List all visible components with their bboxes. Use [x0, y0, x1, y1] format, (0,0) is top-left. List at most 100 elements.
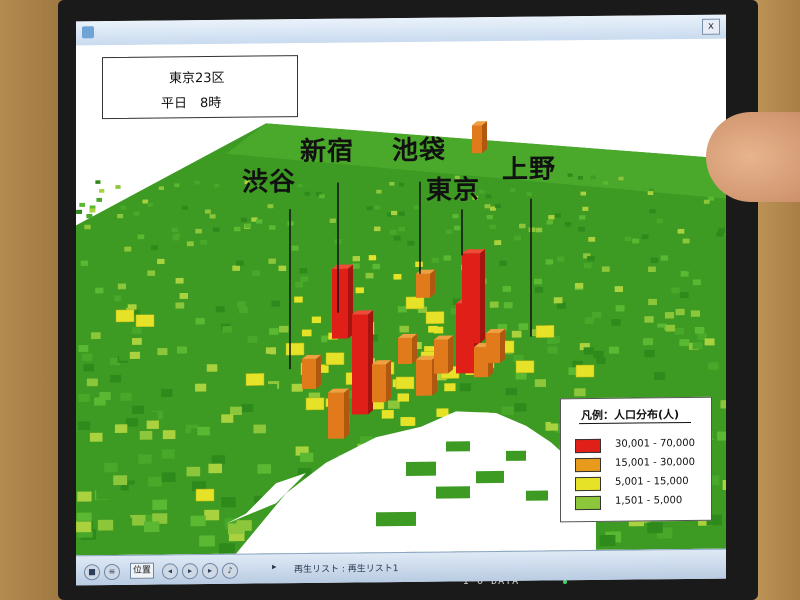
ground-tile [222, 326, 232, 333]
menu-icon[interactable]: ≡ [104, 563, 120, 581]
ground-tile [214, 183, 220, 188]
ground-tile [578, 226, 585, 232]
ground-tile [583, 262, 592, 269]
volume-icon[interactable]: ♪ [222, 562, 238, 579]
population-bar [416, 269, 435, 298]
ground-tile [96, 197, 102, 202]
ground-tile [534, 379, 546, 387]
ground-tile [131, 327, 142, 334]
ground-tile [664, 312, 675, 319]
ground-tile [546, 219, 553, 225]
ground-tile [278, 265, 287, 272]
next-icon[interactable]: ▸ [202, 562, 218, 580]
ground-tile [252, 270, 261, 276]
ground-tile [541, 299, 550, 306]
stop-icon[interactable]: ■ [84, 564, 100, 581]
ground-tile [649, 209, 656, 214]
ground-tile [221, 414, 234, 423]
ground-tile [679, 339, 690, 347]
ground-tile [104, 462, 118, 473]
previous-icon[interactable]: ◂ [162, 563, 178, 580]
ground-tile [97, 519, 114, 531]
ground-tile [128, 484, 143, 495]
bay-island [526, 490, 548, 501]
ground-tile [717, 431, 726, 441]
ground-tile [296, 180, 303, 184]
ground-tile [534, 286, 544, 293]
bay-island [406, 461, 436, 476]
ground-tile [694, 326, 705, 334]
ground-tile [485, 194, 492, 199]
ground-tile [269, 225, 276, 230]
ground-tile [545, 259, 554, 265]
ground-tile [209, 283, 218, 290]
close-button[interactable]: x [702, 18, 720, 35]
ground-tile [80, 260, 89, 266]
ground-tile [494, 240, 502, 246]
presenter-hand [706, 112, 800, 202]
ground-tile [579, 215, 586, 220]
ground-tile [204, 509, 220, 521]
density-block [285, 342, 305, 356]
ground-tile [180, 445, 194, 455]
ground-tile [235, 178, 241, 183]
ground-tile [147, 202, 153, 207]
bay-island [506, 450, 526, 461]
ground-tile [588, 236, 596, 242]
ground-tile [230, 406, 242, 416]
ground-tile [82, 353, 93, 361]
ground-tile [233, 226, 241, 232]
ground-tile [583, 347, 594, 355]
ground-tile [157, 258, 165, 265]
ground-tile [549, 244, 557, 250]
ground-tile [190, 515, 206, 527]
ground-tile [147, 270, 156, 276]
ground-tile [718, 357, 726, 365]
ground-tile [84, 224, 91, 230]
ground-tile [117, 213, 124, 219]
ground-tile [161, 472, 176, 483]
ground-tile [113, 475, 128, 486]
legend-label: 15,001 - 30,000 [615, 456, 695, 469]
ground-tile [535, 227, 543, 233]
position-button[interactable]: 位置 [130, 562, 154, 579]
density-block [115, 309, 135, 323]
ground-tile [161, 449, 175, 459]
play-icon[interactable]: ▸ [182, 563, 198, 580]
density-block [515, 360, 535, 374]
ground-tile [502, 285, 512, 292]
legend-title: 凡例：人口分布(人) [581, 408, 680, 423]
ground-tile [413, 205, 420, 210]
ground-tile [295, 281, 304, 288]
map-viewport[interactable]: 東京23区 平日 8時 渋谷 新宿 池袋 東京 上野 凡例：人口分布(人) 30… [76, 38, 726, 556]
ground-tile [398, 226, 405, 232]
legend-swatch [575, 495, 601, 511]
ground-tile [632, 238, 640, 244]
ground-tile [654, 327, 664, 335]
ground-tile [124, 246, 132, 252]
ground-tile [83, 363, 95, 372]
ground-tile [566, 238, 574, 244]
ground-tile [86, 213, 93, 219]
ground-tile [244, 223, 252, 229]
ground-tile [511, 330, 522, 338]
ground-tile [468, 230, 476, 235]
ground-tile [599, 534, 616, 547]
ground-tile [452, 213, 459, 219]
ground-tile [206, 195, 213, 200]
ground-tile [355, 287, 364, 294]
ground-tile [95, 287, 104, 294]
ground-tile [389, 229, 397, 235]
density-block [575, 364, 595, 378]
ground-tile [665, 324, 676, 332]
ground-tile [182, 205, 188, 210]
ground-tile [577, 175, 584, 180]
ground-tile [158, 186, 164, 191]
ground-tile [647, 191, 654, 196]
population-bar [434, 335, 453, 374]
legend: 凡例：人口分布(人) 30,001 - 70,000 15,001 - 30,0… [560, 396, 712, 523]
ground-tile [592, 311, 602, 319]
ground-tile [77, 421, 91, 431]
ground-tile [99, 391, 111, 400]
ground-tile [269, 328, 279, 335]
